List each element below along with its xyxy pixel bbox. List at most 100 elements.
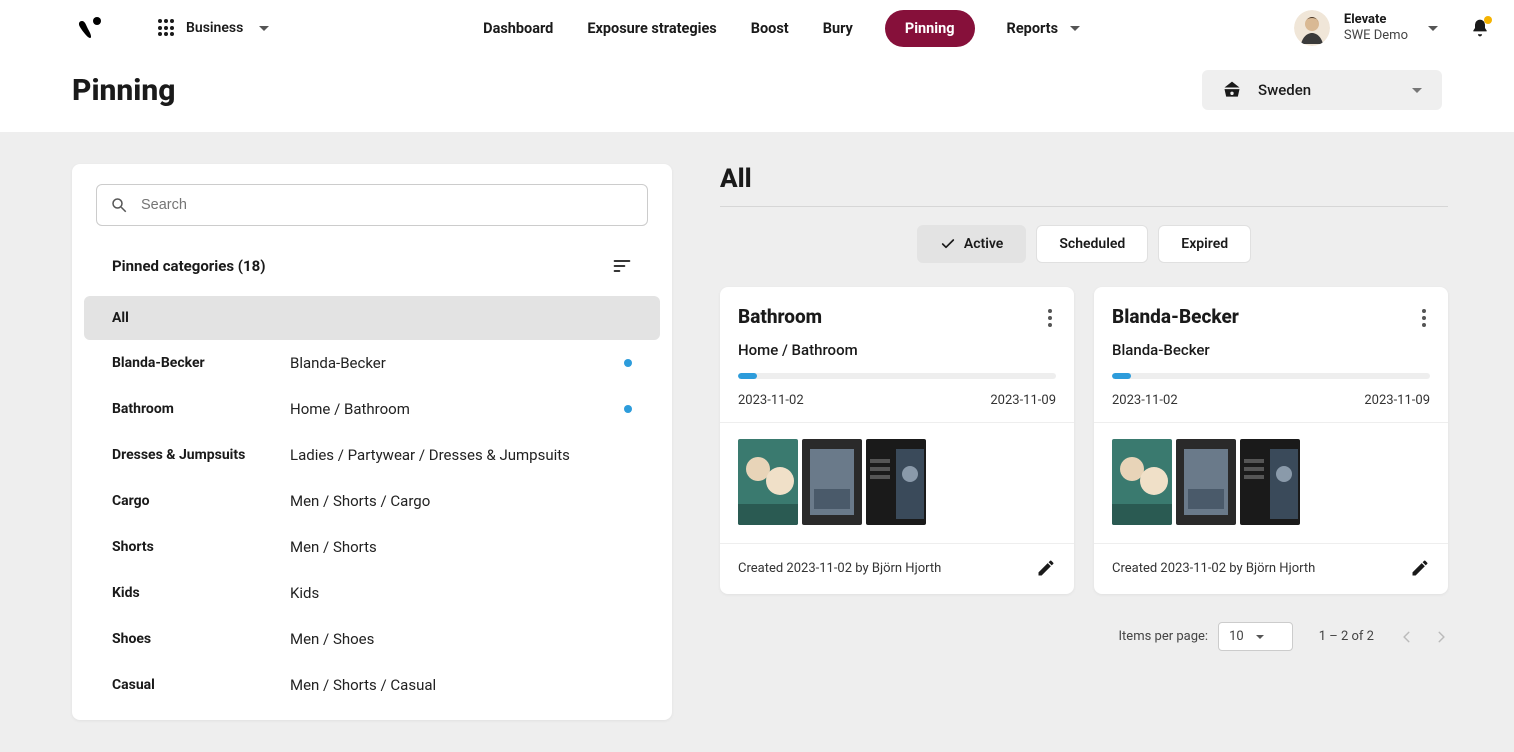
category-item[interactable]: Dresses & Jumpsuits Ladies / Partywear /… [72,432,672,478]
nav-reports-label: Reports [1007,20,1058,37]
card-menu-button[interactable] [1044,305,1056,331]
market-selector[interactable]: Sweden [1202,70,1442,110]
progress-fill [1112,373,1131,379]
nav-reports[interactable]: Reports [1005,20,1082,37]
category-path: Ladies / Partywear / Dresses & Jumpsuits [290,446,632,464]
nav-pinning[interactable]: Pinning [885,10,975,47]
edit-button[interactable] [1410,558,1430,578]
sidebar-list-label: Pinned categories (18) [112,257,266,275]
card-path: Home / Bathroom [720,341,1074,373]
category-item[interactable]: Shoes Men / Shoes [72,616,672,662]
items-per-page-label: Items per page: [1119,629,1209,644]
nav-dashboard[interactable]: Dashboard [481,20,555,37]
sidebar-list-header: Pinned categories (18) [72,238,672,296]
sort-icon[interactable] [612,256,632,276]
category-sidebar: Pinned categories (18) All Blanda-Becker… [72,164,672,720]
account-name: Elevate [1344,12,1408,28]
category-path: Men / Shorts / Casual [290,676,632,694]
progress-bar [1112,373,1430,379]
account-sub: SWE Demo [1344,28,1408,44]
brand-logo [76,16,100,40]
card-footer-text: Created 2023-11-02 by Björn Hjorth [738,561,941,576]
prev-page-button[interactable] [1400,630,1414,644]
notifications-button[interactable] [1470,18,1490,38]
category-list: All Blanda-Becker Blanda-Becker Bathroom… [72,296,672,708]
app-header: Business Dashboard Exposure strategies B… [0,0,1514,56]
product-thumb [738,439,798,525]
product-thumb [802,439,862,525]
status-tabs: Active Scheduled Expired [720,225,1448,263]
category-name: Casual [112,677,282,693]
category-item[interactable]: Casual Men / Shorts / Casual [72,662,672,708]
user-avatar [1294,10,1330,46]
business-selector[interactable]: Business [158,19,269,37]
category-path: Men / Shoes [290,630,632,648]
category-name: Shorts [112,539,282,555]
category-name: Blanda-Becker [112,355,282,371]
pin-card: Blanda-Becker Blanda-Becker 2023-11-02 2… [1094,287,1448,594]
category-item[interactable]: Bathroom Home / Bathroom [72,386,672,432]
notification-dot [1484,16,1492,24]
panel-title: All [720,164,1448,194]
card-title: Bathroom [738,305,822,328]
status-dot [624,359,632,367]
category-path: Home / Bathroom [290,400,616,418]
category-item[interactable]: Kids Kids [72,570,672,616]
nav-exposure[interactable]: Exposure strategies [585,20,718,37]
tab-active[interactable]: Active [917,225,1026,263]
page-title: Pinning [72,73,175,108]
tab-active-label: Active [964,236,1003,252]
card-title: Blanda-Becker [1112,305,1239,328]
category-item[interactable]: Cargo Men / Shorts / Cargo [72,478,672,524]
category-name: All [112,310,282,326]
edit-button[interactable] [1036,558,1056,578]
account-menu[interactable]: Elevate SWE Demo [1294,10,1490,46]
category-item-all[interactable]: All [84,296,660,340]
business-label: Business [186,20,243,36]
progress-fill [738,373,757,379]
next-page-button[interactable] [1434,630,1448,644]
card-footer-text: Created 2023-11-02 by Björn Hjorth [1112,561,1315,576]
content-area: Pinned categories (18) All Blanda-Becker… [0,132,1514,752]
category-name: Bathroom [112,401,282,417]
pin-card: Bathroom Home / Bathroom 2023-11-02 2023… [720,287,1074,594]
page-size-value: 10 [1229,629,1244,644]
market-name: Sweden [1258,81,1311,99]
account-text: Elevate SWE Demo [1344,12,1408,43]
card-menu-button[interactable] [1418,305,1430,331]
product-thumb [1240,439,1300,525]
apps-grid-icon [158,19,176,37]
end-date: 2023-11-09 [1364,393,1430,408]
start-date: 2023-11-02 [1112,393,1178,408]
pagination: Items per page: 10 1 – 2 of 2 [720,622,1448,651]
title-row: Pinning Sweden [0,56,1514,132]
category-path: Blanda-Becker [290,354,616,372]
card-path: Blanda-Becker [1094,341,1448,373]
progress-bar [738,373,1056,379]
main-panel: All Active Scheduled Expired Bathroom Ho… [720,164,1448,651]
product-thumb [1176,439,1236,525]
category-name: Shoes [112,631,282,647]
product-thumbs [1094,423,1448,543]
page-size-select[interactable]: 10 [1218,622,1293,651]
chevron-down-icon [1256,635,1264,639]
start-date: 2023-11-02 [738,393,804,408]
category-name: Dresses & Jumpsuits [112,447,282,463]
nav-boost[interactable]: Boost [749,20,791,37]
category-item[interactable]: Shorts Men / Shorts [72,524,672,570]
check-icon [940,236,956,252]
end-date: 2023-11-09 [990,393,1056,408]
basket-icon [1222,80,1242,100]
category-name: Cargo [112,493,282,509]
tab-expired[interactable]: Expired [1158,225,1251,263]
main-nav: Dashboard Exposure strategies Boost Bury… [481,10,1082,47]
product-thumbs [720,423,1074,543]
category-item[interactable]: Blanda-Becker Blanda-Becker [72,340,672,386]
category-name: Kids [112,585,282,601]
search-input[interactable] [96,184,648,226]
category-path: Kids [290,584,632,602]
search-icon [110,196,128,214]
chevron-down-icon [259,26,269,31]
tab-scheduled[interactable]: Scheduled [1036,225,1148,263]
nav-bury[interactable]: Bury [821,20,855,37]
